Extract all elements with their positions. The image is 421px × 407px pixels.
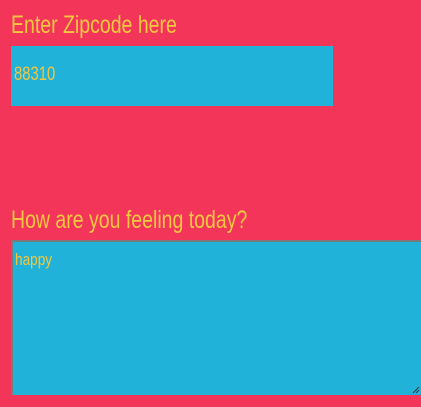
- feeling-textarea[interactable]: happy: [11, 240, 421, 395]
- feeling-textarea-value: happy: [15, 250, 53, 269]
- zipcode-input-value: 88310: [14, 64, 56, 85]
- resize-grip-icon[interactable]: [411, 385, 420, 394]
- feeling-label: How are you feeling today?: [11, 206, 248, 234]
- zipcode-input[interactable]: 88310: [11, 46, 333, 106]
- zipcode-label: Enter Zipcode here: [11, 11, 177, 39]
